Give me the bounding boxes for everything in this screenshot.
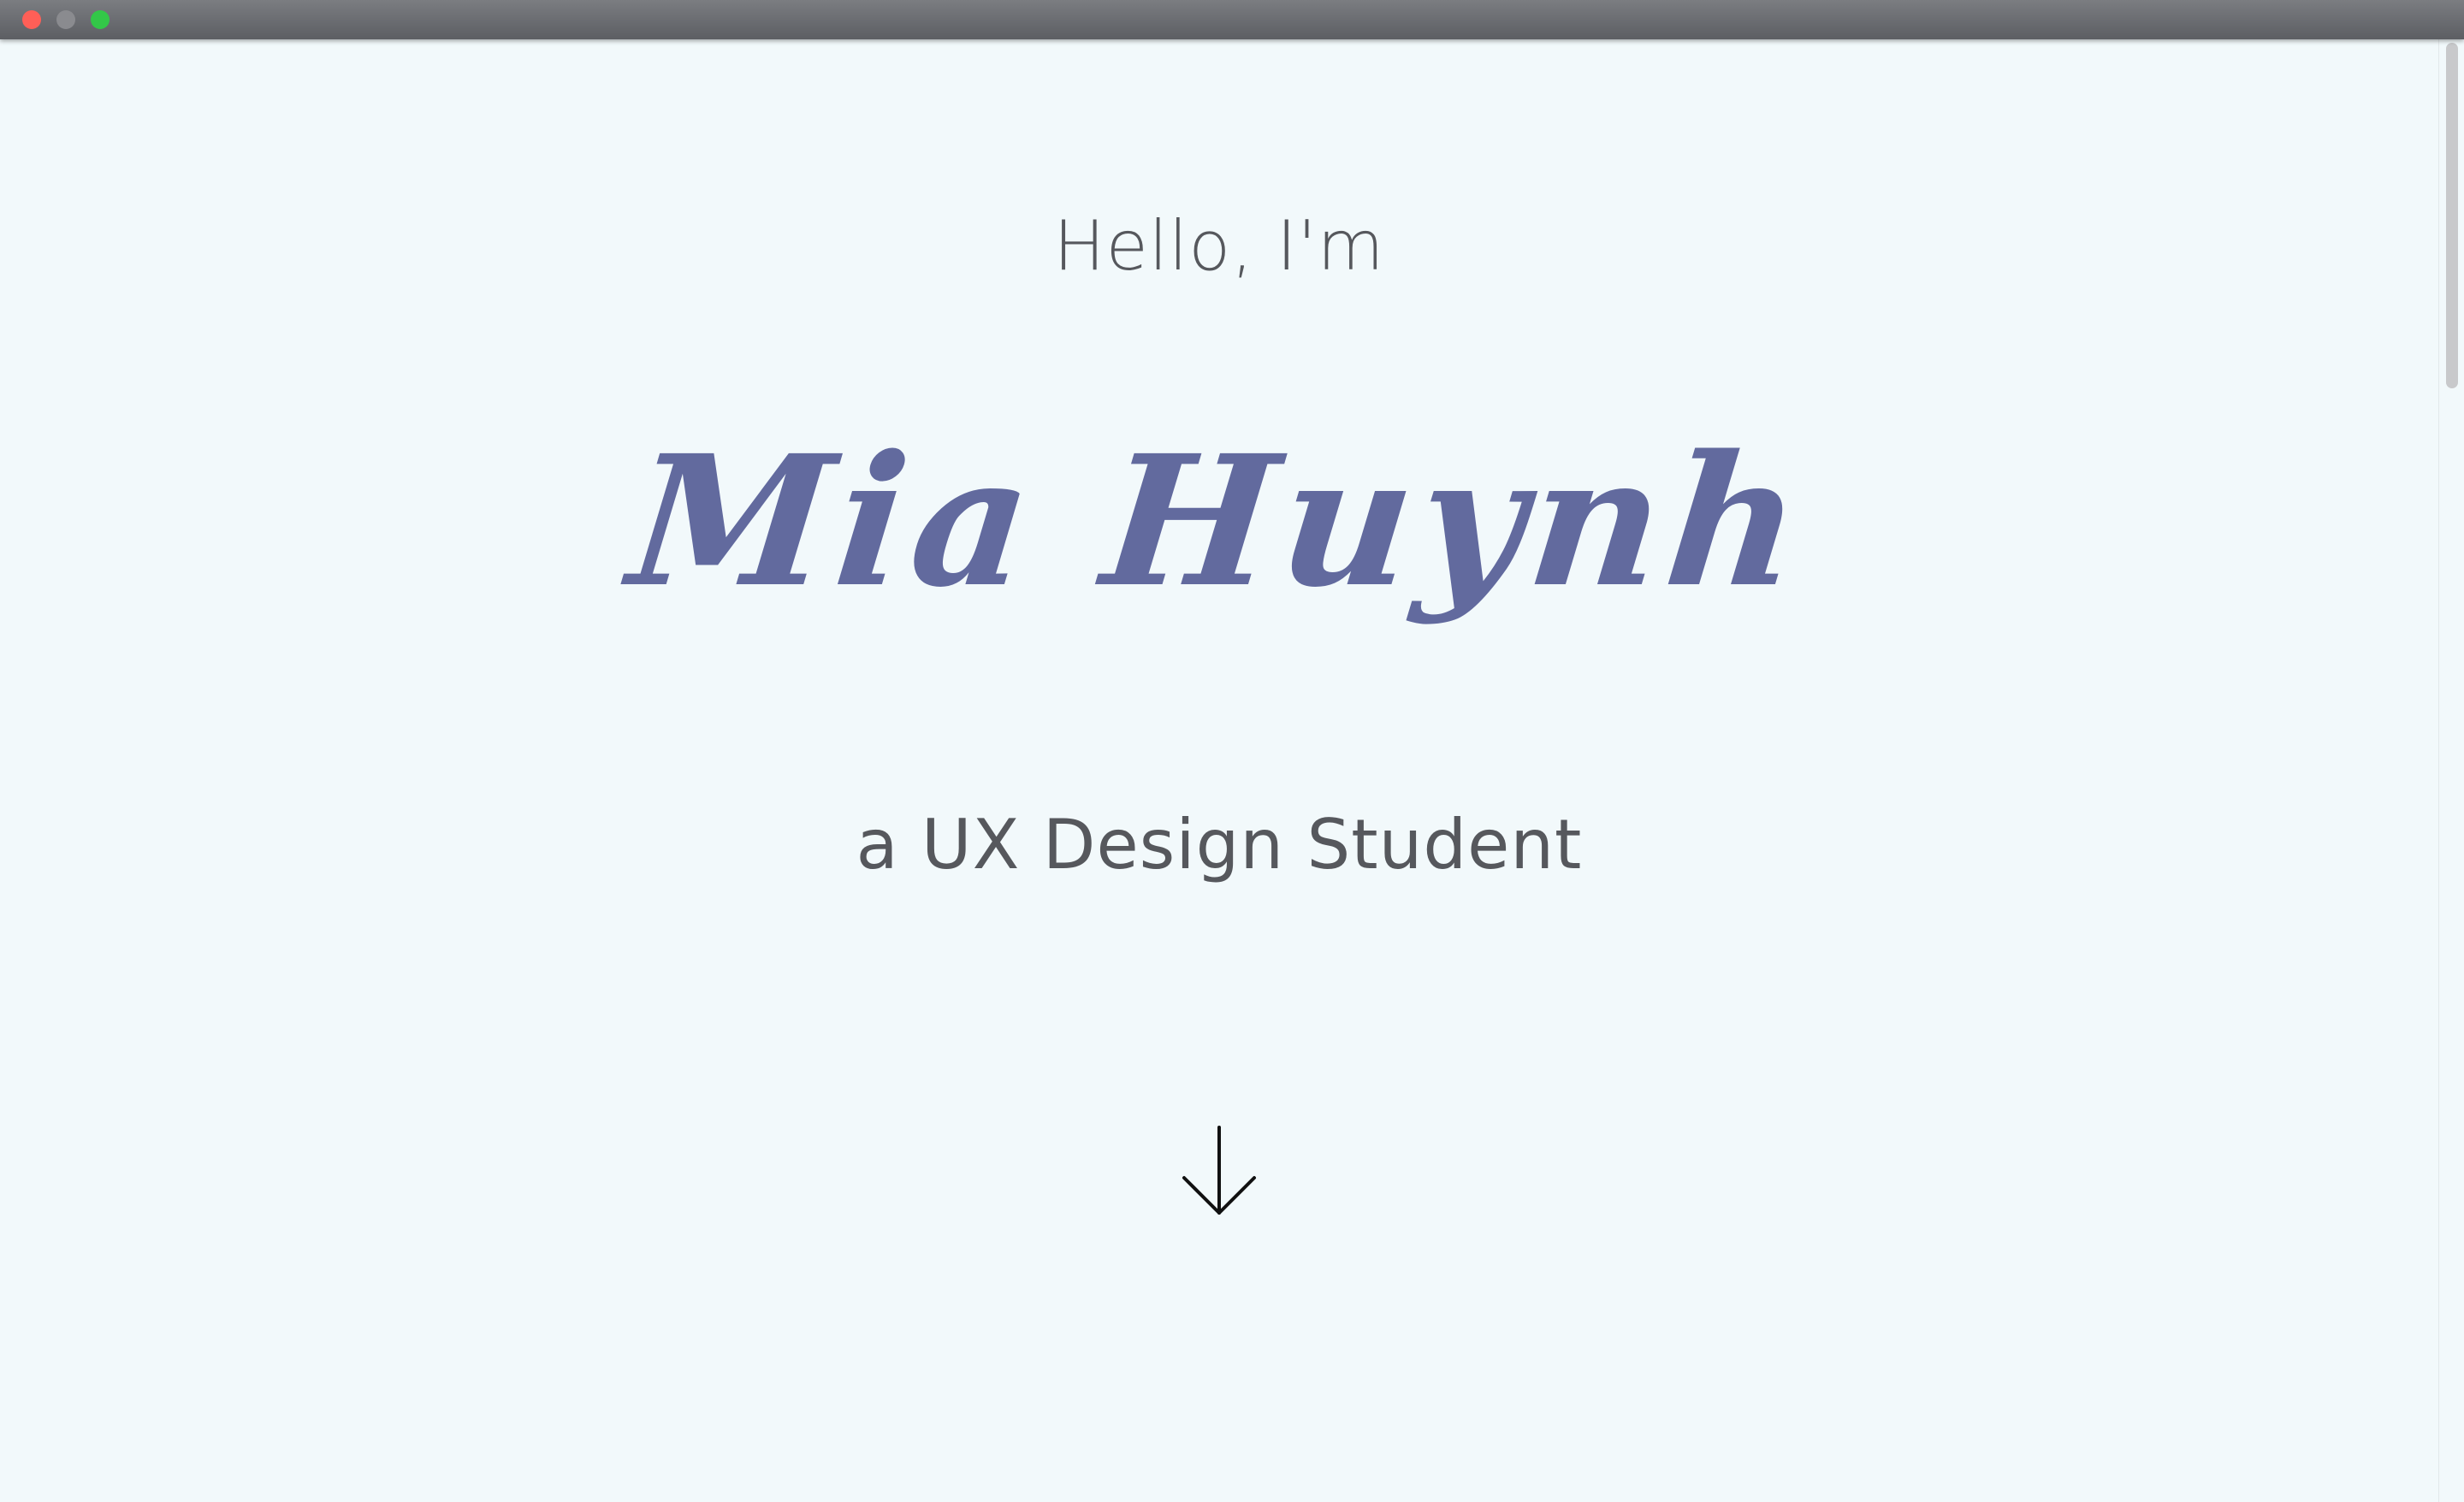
window-titlebar xyxy=(0,0,2464,39)
scrollbar-thumb[interactable] xyxy=(2446,43,2458,388)
hero-role: a UX Design Student xyxy=(856,805,1583,884)
hero-section: Hello, I'm Mia Huynh a UX Design Student xyxy=(0,39,2438,1502)
minimize-window-button[interactable] xyxy=(56,10,75,29)
hero-name: Mia Huynh xyxy=(621,416,1817,627)
close-window-button[interactable] xyxy=(22,10,41,29)
browser-window: Hello, I'm Mia Huynh a UX Design Student xyxy=(0,0,2464,1502)
hero-greeting: Hello, I'm xyxy=(1053,206,1385,286)
maximize-window-button[interactable] xyxy=(91,10,110,29)
arrow-down-icon[interactable] xyxy=(1181,1124,1258,1218)
vertical-scrollbar[interactable] xyxy=(2438,39,2464,1502)
